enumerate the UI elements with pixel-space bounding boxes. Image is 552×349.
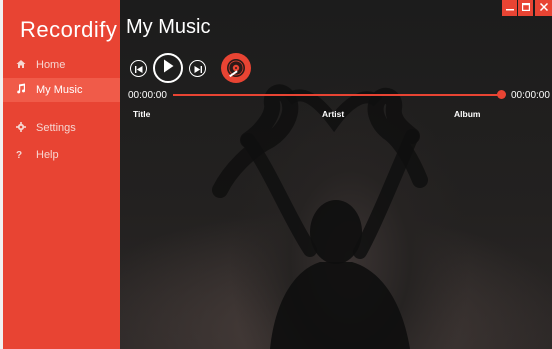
skip-next-icon: [194, 60, 202, 78]
close-button[interactable]: [535, 0, 552, 16]
play-icon: [162, 59, 174, 78]
sidebar-item-settings[interactable]: Settings: [3, 116, 120, 140]
sidebar: Recordify Home My Music Settings ? Help: [3, 0, 120, 349]
maximize-button[interactable]: [518, 0, 533, 16]
sidebar-item-label: Settings: [36, 122, 76, 134]
question-icon: ?: [16, 149, 23, 161]
maximize-icon: [521, 2, 530, 14]
sidebar-item-label: My Music: [36, 84, 83, 96]
column-header-title[interactable]: Title: [133, 109, 150, 119]
app-logo: Recordify: [20, 17, 118, 42]
music-note-icon: [16, 83, 36, 97]
sidebar-item-label: Help: [36, 149, 59, 161]
home-icon: [16, 59, 36, 72]
play-button[interactable]: [153, 53, 183, 83]
minimize-button[interactable]: [502, 0, 517, 16]
background-photo: [212, 84, 428, 349]
skip-previous-icon: [134, 60, 143, 78]
elapsed-time: 00:00:00: [128, 90, 167, 101]
sidebar-item-label: Home: [36, 59, 66, 71]
record-button[interactable]: [221, 53, 251, 83]
column-header-artist[interactable]: Artist: [322, 109, 344, 119]
minimize-icon: [505, 3, 514, 14]
page-title: My Music: [126, 16, 211, 38]
app-window: Recordify Home My Music Settings ? Help …: [0, 0, 552, 349]
progress-track[interactable]: [173, 94, 502, 96]
progress-handle[interactable]: [497, 90, 506, 99]
gear-icon: [16, 121, 36, 135]
total-time: 00:00:00: [511, 90, 550, 101]
next-track-button[interactable]: [189, 60, 206, 77]
column-header-album[interactable]: Album: [454, 109, 480, 119]
close-icon: [539, 2, 548, 14]
main-panel: My Music 00:00:00 00:00:00 Title Artist …: [120, 0, 552, 349]
sidebar-item-home[interactable]: Home: [3, 53, 120, 77]
sidebar-item-my-music[interactable]: My Music: [3, 78, 120, 102]
record-disc-icon: [227, 59, 245, 78]
previous-track-button[interactable]: [130, 60, 147, 77]
sidebar-item-help[interactable]: ? Help: [3, 143, 120, 167]
